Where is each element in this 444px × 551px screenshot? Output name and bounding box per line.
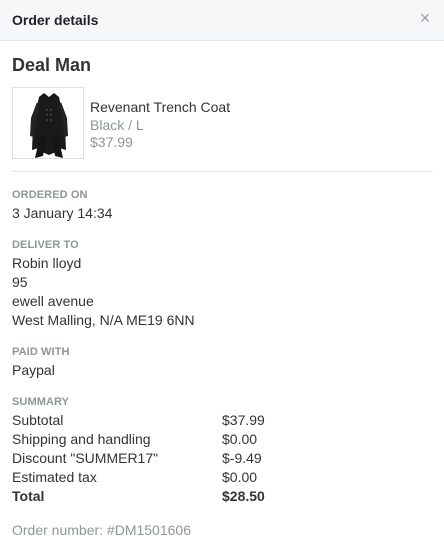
- subtotal-label: Subtotal: [12, 412, 64, 428]
- product-price: $37.99: [90, 134, 133, 150]
- summary-label: SUMMARY: [12, 396, 70, 408]
- total-value: $28.50: [222, 488, 265, 504]
- ordered-on-value: 3 January 14:34: [12, 205, 113, 221]
- trench-coat-image: [30, 93, 68, 158]
- divider: [12, 171, 433, 172]
- deliver-to-label: DELIVER TO: [12, 239, 79, 251]
- tax-value: $0.00: [222, 469, 258, 485]
- discount-label: Discount "SUMMER17": [12, 450, 159, 466]
- address-line-2: ewell avenue: [12, 293, 94, 309]
- product-thumbnail[interactable]: [12, 87, 84, 159]
- ordered-on-label: ORDERED ON: [12, 189, 88, 201]
- payment-method: Paypal: [12, 362, 55, 378]
- total-label: Total: [12, 488, 45, 504]
- product-name[interactable]: Revenant Trench Coat: [90, 99, 230, 115]
- shipping-value: $0.00: [222, 431, 258, 447]
- dialog-title: Order details: [12, 12, 99, 28]
- dialog-header: Order details ×: [0, 0, 444, 41]
- address-city: West Malling, N/A ME19 6NN: [12, 312, 195, 328]
- tax-label: Estimated tax: [12, 469, 97, 485]
- merchant-name: Deal Man: [12, 55, 92, 75]
- order-number: Order number: #DM1501606: [12, 522, 191, 538]
- close-icon[interactable]: ×: [416, 8, 434, 28]
- paid-with-label: PAID WITH: [12, 346, 70, 358]
- address-line-1: 95: [12, 274, 28, 290]
- product-variant: Black / L: [90, 117, 144, 133]
- shipping-label: Shipping and handling: [12, 431, 151, 447]
- address-name: Robin lloyd: [12, 255, 82, 271]
- subtotal-value: $37.99: [222, 412, 265, 428]
- discount-value: $-9.49: [222, 450, 262, 466]
